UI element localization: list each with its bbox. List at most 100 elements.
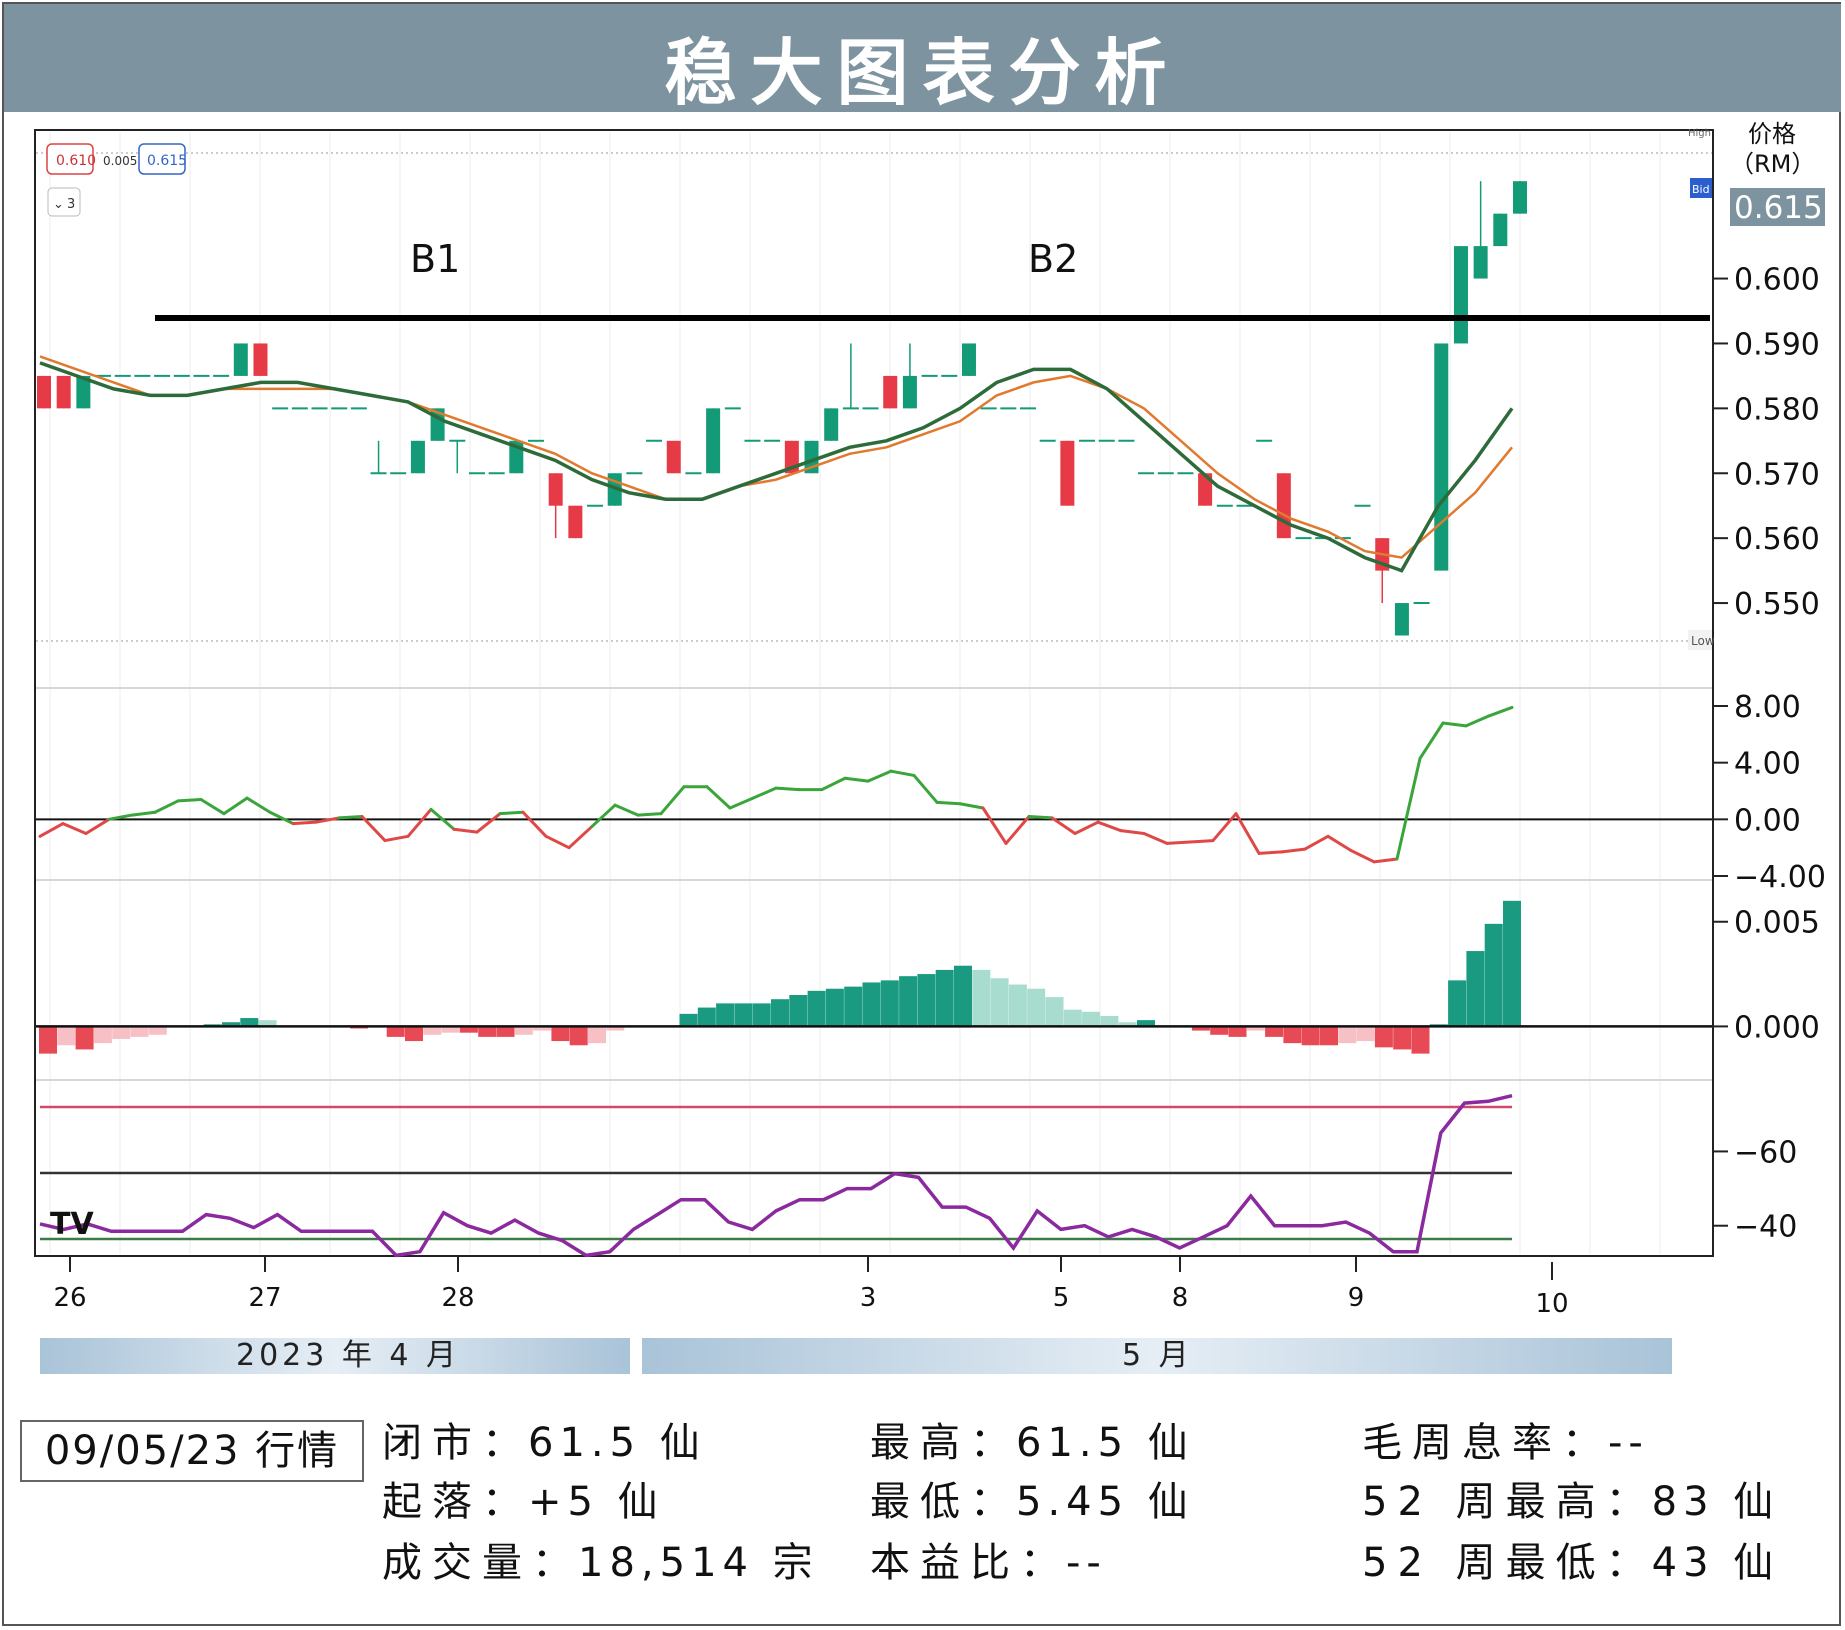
stat-high: 最高：61.5 仙 — [870, 1419, 1194, 1467]
hist-bar — [130, 1026, 149, 1037]
candle-body — [824, 408, 839, 441]
hist-bar — [240, 1018, 259, 1027]
hist-bar — [93, 1026, 112, 1044]
annotation-b2: B2 — [1028, 237, 1078, 281]
sep: ： — [482, 1479, 528, 1525]
x-tick-label: 5 — [1053, 1283, 1070, 1313]
x-tick-label: 10 — [1535, 1289, 1568, 1319]
candle-body — [666, 440, 681, 474]
osc-segment — [774, 786, 801, 792]
toolbar-value-3: 0.615 — [147, 153, 187, 169]
month-label-may: 5 月 — [1122, 1338, 1193, 1373]
candle-body — [1493, 213, 1508, 247]
hist-bar — [1320, 1026, 1338, 1046]
hist-bar — [57, 1026, 76, 1046]
low-tag: Low — [1691, 634, 1715, 648]
osc-segment — [935, 800, 962, 806]
x-tick-label: 28 — [441, 1283, 474, 1313]
candle-body — [883, 375, 898, 409]
hist-bar — [1063, 1009, 1082, 1027]
hist-bar — [569, 1026, 588, 1046]
tradingview-logo: TV — [50, 1207, 94, 1242]
sep: ： — [532, 1540, 578, 1586]
hist-bar — [1503, 900, 1521, 1027]
toolbar-value-1: 0.610 — [56, 153, 96, 169]
hist-bar — [917, 974, 936, 1027]
osc-segment — [291, 820, 318, 826]
w52-high-label: 52 周最高 — [1362, 1479, 1606, 1525]
x-tick-label: 9 — [1348, 1283, 1365, 1313]
hist-bar — [1027, 988, 1046, 1027]
hist-bar — [1045, 997, 1064, 1027]
stock-chart: B1 B2 0.610 0.005 0.615 ⌄ 3 High Bid Low… — [34, 120, 1826, 1319]
osc-segment — [1165, 840, 1192, 845]
y-tick-label: 0.000 — [1734, 1010, 1820, 1045]
hist-bar — [496, 1026, 515, 1037]
hist-bar — [972, 969, 991, 1027]
w52-low-value: 43 仙 — [1651, 1540, 1780, 1586]
sep: ： — [1020, 1540, 1066, 1586]
candle-body — [902, 375, 917, 409]
hist-bar — [1466, 951, 1485, 1027]
hist-bar — [1374, 1026, 1393, 1048]
hist-bar — [1338, 1026, 1357, 1044]
stat-52w-low: 52 周最低：43 仙 — [1362, 1539, 1779, 1587]
hist-bar — [1228, 1026, 1247, 1037]
y-tick-label: −40 — [1734, 1210, 1797, 1245]
stat-change: 起落：+5 仙 — [382, 1478, 664, 1526]
hist-bar — [1283, 1026, 1302, 1044]
x-tick-label: 27 — [248, 1283, 281, 1313]
candle-body — [1394, 603, 1409, 636]
hist-bar — [148, 1026, 167, 1035]
candle-body — [548, 473, 563, 506]
sep: ： — [1562, 1420, 1608, 1466]
volume-label: 成交量 — [382, 1540, 532, 1586]
candle-body — [1473, 246, 1488, 279]
annotation-b1: B1 — [410, 237, 460, 281]
hist-bar — [1082, 1011, 1101, 1027]
last-price: 0.615 — [1734, 190, 1823, 226]
stat-dy: 毛周息率：-- — [1362, 1419, 1649, 1467]
y-tick-label: 0.560 — [1734, 522, 1820, 557]
stat-close: 闭市：61.5 仙 — [382, 1419, 706, 1467]
candle-body — [568, 505, 583, 539]
hist-bar — [1210, 1026, 1229, 1035]
hist-bar — [423, 1026, 442, 1035]
change-label: 起落 — [382, 1479, 482, 1525]
hist-bar — [1265, 1026, 1284, 1037]
y-tick-label: 0.570 — [1734, 457, 1820, 492]
hist-bar — [734, 1003, 753, 1027]
hist-bar — [1393, 1026, 1412, 1050]
candle-body — [961, 343, 976, 376]
osc-segment — [337, 815, 364, 820]
candle-body — [1276, 473, 1291, 539]
hist-bar — [1484, 923, 1503, 1027]
hist-bar — [935, 969, 954, 1027]
date-box: 09/05/23 行情 — [20, 1420, 364, 1482]
candle-body — [1060, 440, 1075, 506]
hist-bar — [1301, 1026, 1320, 1046]
hist-bar — [807, 990, 826, 1027]
candle-body — [253, 343, 268, 376]
dy-value: -- — [1608, 1420, 1649, 1466]
hist-bar — [1448, 980, 1467, 1027]
hist-bar — [844, 986, 863, 1027]
hist-bar — [954, 965, 972, 1027]
month-band-april: 2023 年 4 月 — [40, 1338, 630, 1374]
close-label: 闭市 — [382, 1420, 482, 1466]
y-tick-label: 4.00 — [1734, 747, 1801, 782]
x-tick-label: 26 — [53, 1283, 86, 1313]
high-value: 61.5 仙 — [1016, 1420, 1194, 1466]
osc-segment — [176, 798, 203, 803]
y-tick-label: −60 — [1734, 1135, 1797, 1170]
high-label: 最高 — [870, 1420, 970, 1466]
candle-body — [1453, 246, 1468, 344]
candle-body — [233, 343, 248, 376]
bid-tag: Bid — [1692, 183, 1710, 196]
high-tag: High — [1688, 128, 1711, 139]
hist-bar — [771, 999, 789, 1027]
hist-bar — [697, 1007, 716, 1027]
hist-bar — [75, 1026, 94, 1050]
hist-bar — [514, 1026, 533, 1035]
candle-body — [1434, 343, 1449, 571]
